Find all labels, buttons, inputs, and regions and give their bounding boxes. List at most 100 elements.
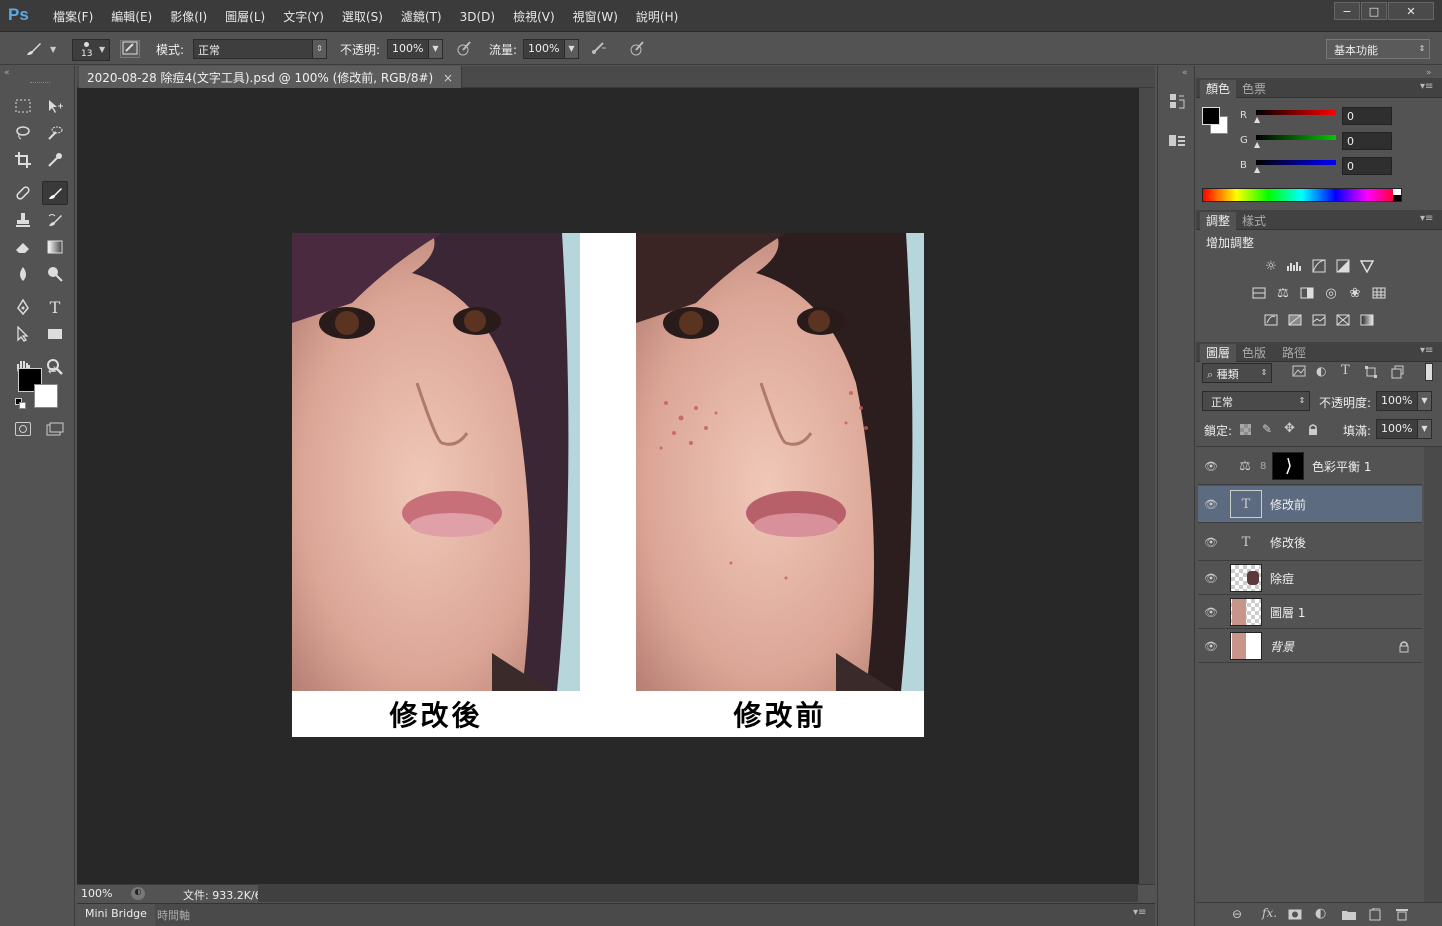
exposure-icon[interactable]	[1334, 257, 1352, 275]
zoom-level[interactable]: 100%	[81, 887, 112, 900]
blur-tool-icon[interactable]	[10, 262, 36, 286]
filter-shape-icon[interactable]	[1364, 365, 1378, 379]
clone-stamp-tool-icon[interactable]	[10, 208, 36, 232]
document-image[interactable]: 修改後 修改前	[292, 233, 924, 737]
status-info-icon[interactable]: ◐	[131, 887, 145, 900]
fill-input[interactable]: 100% ▼	[1376, 419, 1432, 439]
filter-smart-object-icon[interactable]	[1390, 365, 1404, 379]
swap-colors-icon[interactable]: ⇄	[48, 365, 56, 376]
layer-mask-thumbnail[interactable]	[1272, 452, 1304, 480]
menu-type[interactable]: 文字(Y)	[274, 8, 333, 26]
properties-panel-icon[interactable]	[1168, 132, 1186, 150]
link-layers-icon[interactable]: ⊖	[1232, 907, 1242, 921]
document-tab[interactable]: 2020-08-28 除痘4(文字工具).psd @ 100% (修改前, RG…	[79, 66, 463, 88]
channel-g-input[interactable]: 0	[1342, 132, 1392, 150]
lock-all-icon[interactable]	[1307, 423, 1319, 436]
black-white-icon[interactable]	[1298, 284, 1316, 302]
horizontal-scrollbar[interactable]	[258, 884, 1138, 902]
vibrance-icon[interactable]	[1358, 257, 1376, 275]
color-spectrum-bar[interactable]	[1202, 188, 1402, 202]
brush-panel-toggle-icon[interactable]	[120, 40, 140, 58]
menu-select[interactable]: 選取(S)	[333, 8, 392, 26]
default-colors-icon[interactable]	[15, 398, 27, 410]
new-layer-icon[interactable]	[1369, 907, 1381, 921]
channel-b-input[interactable]: 0	[1342, 157, 1392, 175]
tab-adjustments[interactable]: 調整	[1200, 212, 1237, 230]
channel-r-slider[interactable]	[1256, 110, 1336, 115]
type-tool-icon[interactable]: T	[42, 295, 68, 319]
background-color-swatch[interactable]	[34, 384, 58, 408]
menu-filter[interactable]: 濾鏡(T)	[392, 8, 451, 26]
add-mask-icon[interactable]	[1288, 909, 1302, 920]
layers-panel-menu-icon[interactable]: ▾≡	[1420, 345, 1433, 356]
brush-tool-icon[interactable]	[42, 181, 68, 205]
visibility-eye-icon[interactable]: 👁	[1198, 572, 1224, 585]
visibility-eye-icon[interactable]: 👁	[1198, 460, 1224, 473]
opacity-input[interactable]: 100% ▼	[387, 39, 443, 59]
layers-scrollbar[interactable]	[1424, 447, 1442, 902]
photo-filter-icon[interactable]: ◎	[1322, 284, 1340, 302]
tab-swatches[interactable]: 色票	[1236, 80, 1272, 98]
visibility-eye-icon[interactable]: 👁	[1198, 640, 1224, 653]
bottom-panel-menu-icon[interactable]: ▾≡	[1133, 907, 1146, 918]
tab-styles[interactable]: 樣式	[1236, 212, 1272, 230]
visibility-eye-icon[interactable]: 👁	[1198, 498, 1224, 511]
quick-selection-tool-icon[interactable]	[42, 121, 68, 145]
crop-tool-icon[interactable]	[10, 148, 36, 172]
tab-mini-bridge[interactable]: Mini Bridge	[77, 904, 155, 926]
filter-adjustment-icon[interactable]: ◐	[1316, 364, 1326, 378]
path-selection-tool-icon[interactable]	[10, 322, 36, 346]
layer-acne-removal[interactable]: 👁 除痘	[1198, 562, 1422, 595]
history-panel-icon[interactable]	[1168, 92, 1186, 110]
tab-layers[interactable]: 圖層	[1200, 344, 1237, 362]
vertical-scrollbar[interactable]	[1139, 88, 1155, 884]
color-balance-icon[interactable]: ⚖	[1274, 284, 1292, 302]
layer-style-icon[interactable]: fx.	[1262, 906, 1277, 920]
layer-background[interactable]: 👁 背景	[1198, 630, 1422, 663]
quick-mask-icon[interactable]	[15, 422, 31, 436]
visibility-eye-icon[interactable]: 👁	[1198, 606, 1224, 619]
collapse-dock-icon[interactable]: «	[1182, 68, 1188, 78]
mode-select[interactable]: 正常 ⇕	[193, 39, 327, 59]
selective-color-icon[interactable]	[1334, 311, 1352, 329]
pressure-size-icon[interactable]	[626, 40, 646, 58]
channel-g-slider[interactable]	[1256, 135, 1336, 140]
eyedropper-tool-icon[interactable]	[42, 148, 68, 172]
layer-color-balance[interactable]: 👁 ⚖ 8 色彩平衡 1	[1198, 448, 1422, 485]
new-group-icon[interactable]	[1342, 909, 1356, 920]
collapse-tools-icon[interactable]: «	[4, 68, 10, 78]
menu-image[interactable]: 影像(I)	[161, 8, 216, 26]
menu-edit[interactable]: 編輯(E)	[102, 8, 161, 26]
levels-icon[interactable]	[1286, 257, 1304, 275]
menu-window[interactable]: 視窗(W)	[564, 8, 627, 26]
pen-tool-icon[interactable]	[10, 295, 36, 319]
tab-paths[interactable]: 路徑	[1276, 344, 1312, 362]
layer-1[interactable]: 👁 圖層 1	[1198, 596, 1422, 629]
collapse-panels-icon[interactable]: »	[1426, 68, 1432, 78]
brush-size-picker[interactable]: 13 ▼	[72, 39, 110, 61]
channel-r-thumb-icon[interactable]: ▲	[1254, 115, 1260, 124]
brightness-contrast-icon[interactable]: ☼	[1262, 257, 1280, 275]
workspace-select[interactable]: 基本功能 ⇕	[1326, 39, 1430, 59]
color-panel-menu-icon[interactable]: ▾≡	[1420, 81, 1433, 92]
mask-link-icon[interactable]: 8	[1260, 461, 1268, 472]
spot-healing-tool-icon[interactable]	[10, 181, 36, 205]
adjustments-panel-menu-icon[interactable]: ▾≡	[1420, 213, 1433, 224]
tab-color[interactable]: 顏色	[1200, 80, 1237, 98]
tab-timeline[interactable]: 時間軸	[151, 904, 196, 926]
filter-type-icon[interactable]: T	[1341, 363, 1350, 378]
threshold-icon[interactable]	[1310, 311, 1328, 329]
rectangle-tool-icon[interactable]	[42, 322, 68, 346]
layer-after-text[interactable]: 👁 T 修改後	[1198, 524, 1422, 561]
layer-blend-mode-select[interactable]: 正常 ⇕	[1202, 391, 1310, 411]
channel-b-thumb-icon[interactable]: ▲	[1254, 165, 1260, 174]
airbrush-icon[interactable]	[589, 40, 609, 58]
layer-filter-select[interactable]: ⌕ 種類 ⇕	[1202, 363, 1272, 383]
move-tool-icon[interactable]	[42, 94, 68, 118]
marquee-tool-icon[interactable]	[10, 94, 36, 118]
screen-mode-icon[interactable]	[46, 422, 64, 436]
dodge-tool-icon[interactable]	[42, 262, 68, 286]
minimize-button[interactable]: −	[1334, 2, 1360, 20]
brush-tool-icon[interactable]	[24, 40, 44, 58]
close-document-icon[interactable]: ×	[443, 71, 453, 85]
